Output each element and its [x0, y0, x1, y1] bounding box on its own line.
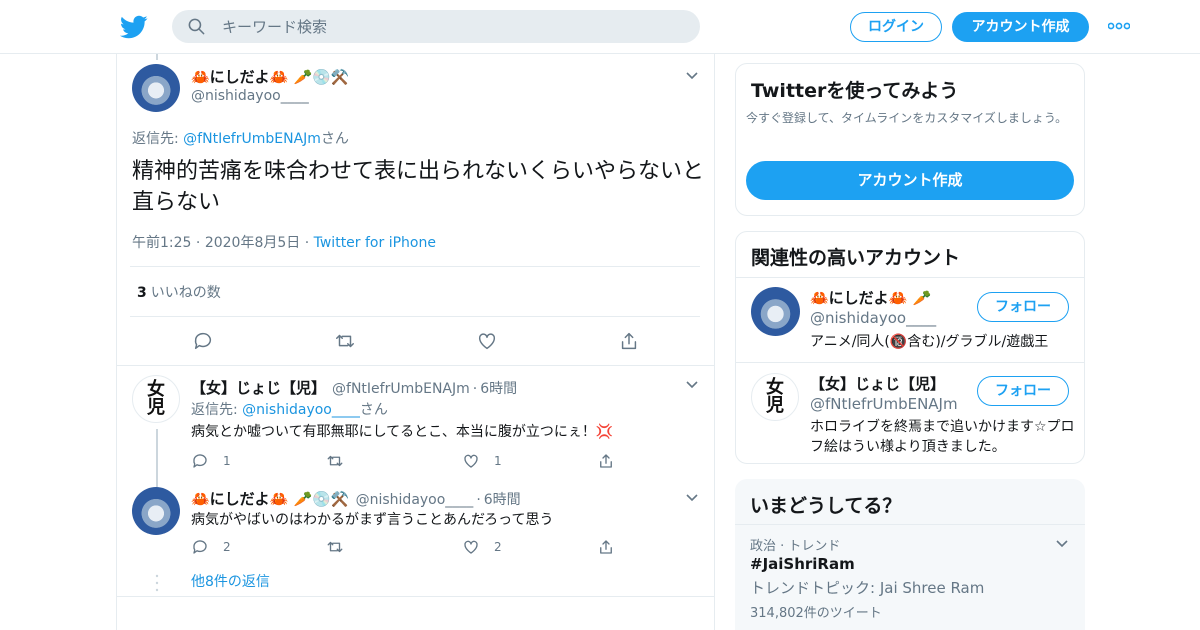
retweet-icon — [327, 541, 343, 553]
like-icon — [464, 540, 478, 554]
reply-count: 2 — [223, 540, 231, 554]
avatar[interactable]: 女児 — [751, 373, 799, 421]
trend-tweet-count: 314,802件のツイート — [750, 606, 882, 621]
account-handle[interactable]: @fNtIefrUmbENAJm — [810, 395, 958, 413]
avatar[interactable] — [132, 64, 180, 112]
account-bio: アニメ/同人(🔞含む)/グラブル/遊戯王 — [810, 334, 1049, 350]
more-replies-dots-icon — [155, 574, 159, 592]
chevron-down-icon[interactable] — [685, 380, 699, 390]
reply-header: 【女】じょじ【児】 @fNtIefrUmbENAJm · 6時間 — [191, 379, 518, 397]
trend-context: 政治 · トレンド — [750, 539, 841, 554]
avatar[interactable] — [751, 287, 800, 336]
follow-button[interactable]: フォロー — [977, 292, 1069, 322]
author-name[interactable]: 【女】じょじ【児】 — [191, 379, 326, 397]
like-label: いいねの数 — [150, 285, 221, 301]
account-name[interactable]: 【女】じょじ【児】 — [810, 373, 945, 394]
trend-name[interactable]: #JaiShriRam — [750, 555, 855, 573]
like-icon — [464, 454, 478, 468]
signup-button[interactable]: アカウント作成 — [952, 12, 1089, 42]
share-icon[interactable] — [618, 330, 640, 352]
account-row[interactable]: 女児 【女】じょじ【児】 @fNtIefrUmbENAJm フォロー ホロライブ… — [736, 363, 1084, 463]
signup-card-body: 今すぐ登録して、タイムラインをカスタマイズしましょう。 — [746, 111, 1068, 125]
author-handle[interactable]: @nishidayoo____ — [356, 492, 474, 508]
tweet-column: 🦀にしだよ🦀 🥕💿⚒️ @nishidayoo____ 返信先: @fNtIef… — [116, 54, 715, 630]
account-handle[interactable]: @nishidayoo____ — [810, 309, 936, 327]
login-button[interactable]: ログイン — [850, 12, 942, 42]
like-count: 2 — [494, 540, 502, 554]
avatar[interactable] — [132, 487, 180, 535]
account-name[interactable]: 🦀にしだよ🦀 🥕 — [810, 287, 931, 308]
search-icon — [188, 18, 205, 35]
reply-icon[interactable] — [192, 330, 214, 352]
more-options-icon[interactable] — [1108, 22, 1130, 30]
retweet-icon[interactable] — [334, 330, 356, 352]
reply-count: 1 — [223, 454, 231, 468]
show-more-replies-link[interactable]: 他8件の返信 — [191, 571, 270, 591]
like-stats[interactable]: 3 いいねの数 — [137, 282, 221, 302]
share-icon — [600, 454, 612, 468]
signup-card: Twitterを使ってみよう 今すぐ登録して、タイムラインをカスタマイズしましょ… — [735, 63, 1085, 216]
share-action[interactable] — [597, 452, 629, 470]
top-header: ログイン アカウント作成 — [0, 0, 1200, 54]
tweet-text: 病気とか嘘ついて有耶無耶にしてるとこ、本当に腹が立つにぇ！💢 — [191, 424, 614, 440]
signup-card-button[interactable]: アカウント作成 — [746, 161, 1074, 200]
like-action[interactable]: 1 — [462, 452, 502, 470]
trends-card: いまどうしてる？ 政治 · トレンド #JaiShriRam トレンドトピック:… — [735, 479, 1085, 630]
like-icon[interactable] — [476, 330, 498, 352]
author-name[interactable]: 🦀にしだよ🦀 🥕💿⚒️ — [191, 66, 350, 87]
search-input[interactable] — [222, 10, 682, 43]
like-count: 1 — [494, 454, 502, 468]
avatar[interactable]: 女児 — [132, 375, 180, 423]
trends-title: いまどうしてる？ — [750, 495, 902, 517]
tweet-text: 精神的苦痛を味合わせて表に出られないくらいやらないと直らない — [132, 159, 705, 215]
related-accounts-card: 関連性の高いアカウント 🦀にしだよ🦀 🥕 @nishidayoo____ フォロ… — [735, 231, 1085, 464]
account-bio: ホロライブを終焉まで追いかけます☆プロフ絵はうい様より頂きました。 — [810, 419, 1075, 455]
reply-action[interactable]: 2 — [191, 538, 231, 556]
reply-action[interactable]: 1 — [191, 452, 231, 470]
reply-to-handle-link[interactable]: @fNtIefrUmbENAJm — [183, 131, 321, 147]
retweet-action[interactable] — [326, 452, 358, 470]
divider — [130, 316, 700, 317]
tweet-source-link[interactable]: Twitter for iPhone — [314, 235, 436, 251]
divider — [117, 596, 714, 597]
chevron-down-icon[interactable] — [685, 71, 699, 81]
reply-tweet[interactable]: 女児 【女】じょじ【児】 @fNtIefrUmbENAJm · 6時間 返信先: @n… — [117, 365, 714, 487]
author-name[interactable]: 🦀にしだよ🦀 🥕💿⚒️ — [191, 490, 350, 508]
chevron-down-icon[interactable] — [685, 493, 699, 503]
trend-item[interactable]: 政治 · トレンド #JaiShriRam トレンドトピック: Jai Shre… — [735, 525, 1085, 630]
retweet-action[interactable] — [326, 538, 358, 556]
twitter-bird-icon[interactable] — [120, 13, 148, 41]
share-icon — [600, 540, 612, 554]
thread-connector — [156, 54, 158, 60]
reply-to-line: 返信先: @nishidayoo____さん — [191, 402, 388, 418]
divider — [130, 266, 700, 267]
signup-card-title: Twitterを使ってみよう — [751, 80, 959, 102]
author-handle[interactable]: @nishidayoo____ — [191, 88, 309, 104]
related-accounts-title: 関連性の高いアカウント — [751, 247, 961, 269]
author-handle[interactable]: @fNtIefrUmbENAJm — [332, 381, 470, 397]
reply-icon — [193, 454, 207, 468]
account-row[interactable]: 🦀にしだよ🦀 🥕 @nishidayoo____ フォロー アニメ/同人(🔞含む… — [736, 278, 1084, 362]
retweet-icon — [327, 455, 343, 467]
reply-icon — [193, 540, 207, 554]
share-action[interactable] — [597, 538, 629, 556]
tweet-time[interactable]: 6時間 — [484, 492, 521, 508]
reply-to-line: 返信先: @fNtIefrUmbENAJmさん — [132, 131, 349, 147]
tweet-time[interactable]: 午前1:25 — [132, 235, 191, 251]
chevron-down-icon[interactable] — [1055, 539, 1069, 549]
search-box[interactable] — [172, 10, 700, 43]
like-action[interactable]: 2 — [462, 538, 502, 556]
tweet-meta: 午前1:25 · 2020年8月5日 · Twitter for iPhone — [132, 235, 436, 251]
tweet-text: 病気がやばいのはわかるがまず言うことあんだろって思う — [191, 512, 554, 528]
follow-button[interactable]: フォロー — [977, 376, 1069, 406]
reply-header: 🦀にしだよ🦀 🥕💿⚒️ @nishidayoo____ · 6時間 — [191, 490, 521, 508]
thread-connector — [156, 429, 158, 487]
tweet-date[interactable]: 2020年8月5日 — [205, 235, 300, 251]
like-count: 3 — [137, 285, 147, 301]
reply-to-handle-link[interactable]: @nishidayoo____ — [242, 402, 360, 418]
trend-topic: トレンドトピック: Jai Shree Ram — [750, 579, 985, 597]
tweet-time[interactable]: 6時間 — [480, 381, 517, 397]
